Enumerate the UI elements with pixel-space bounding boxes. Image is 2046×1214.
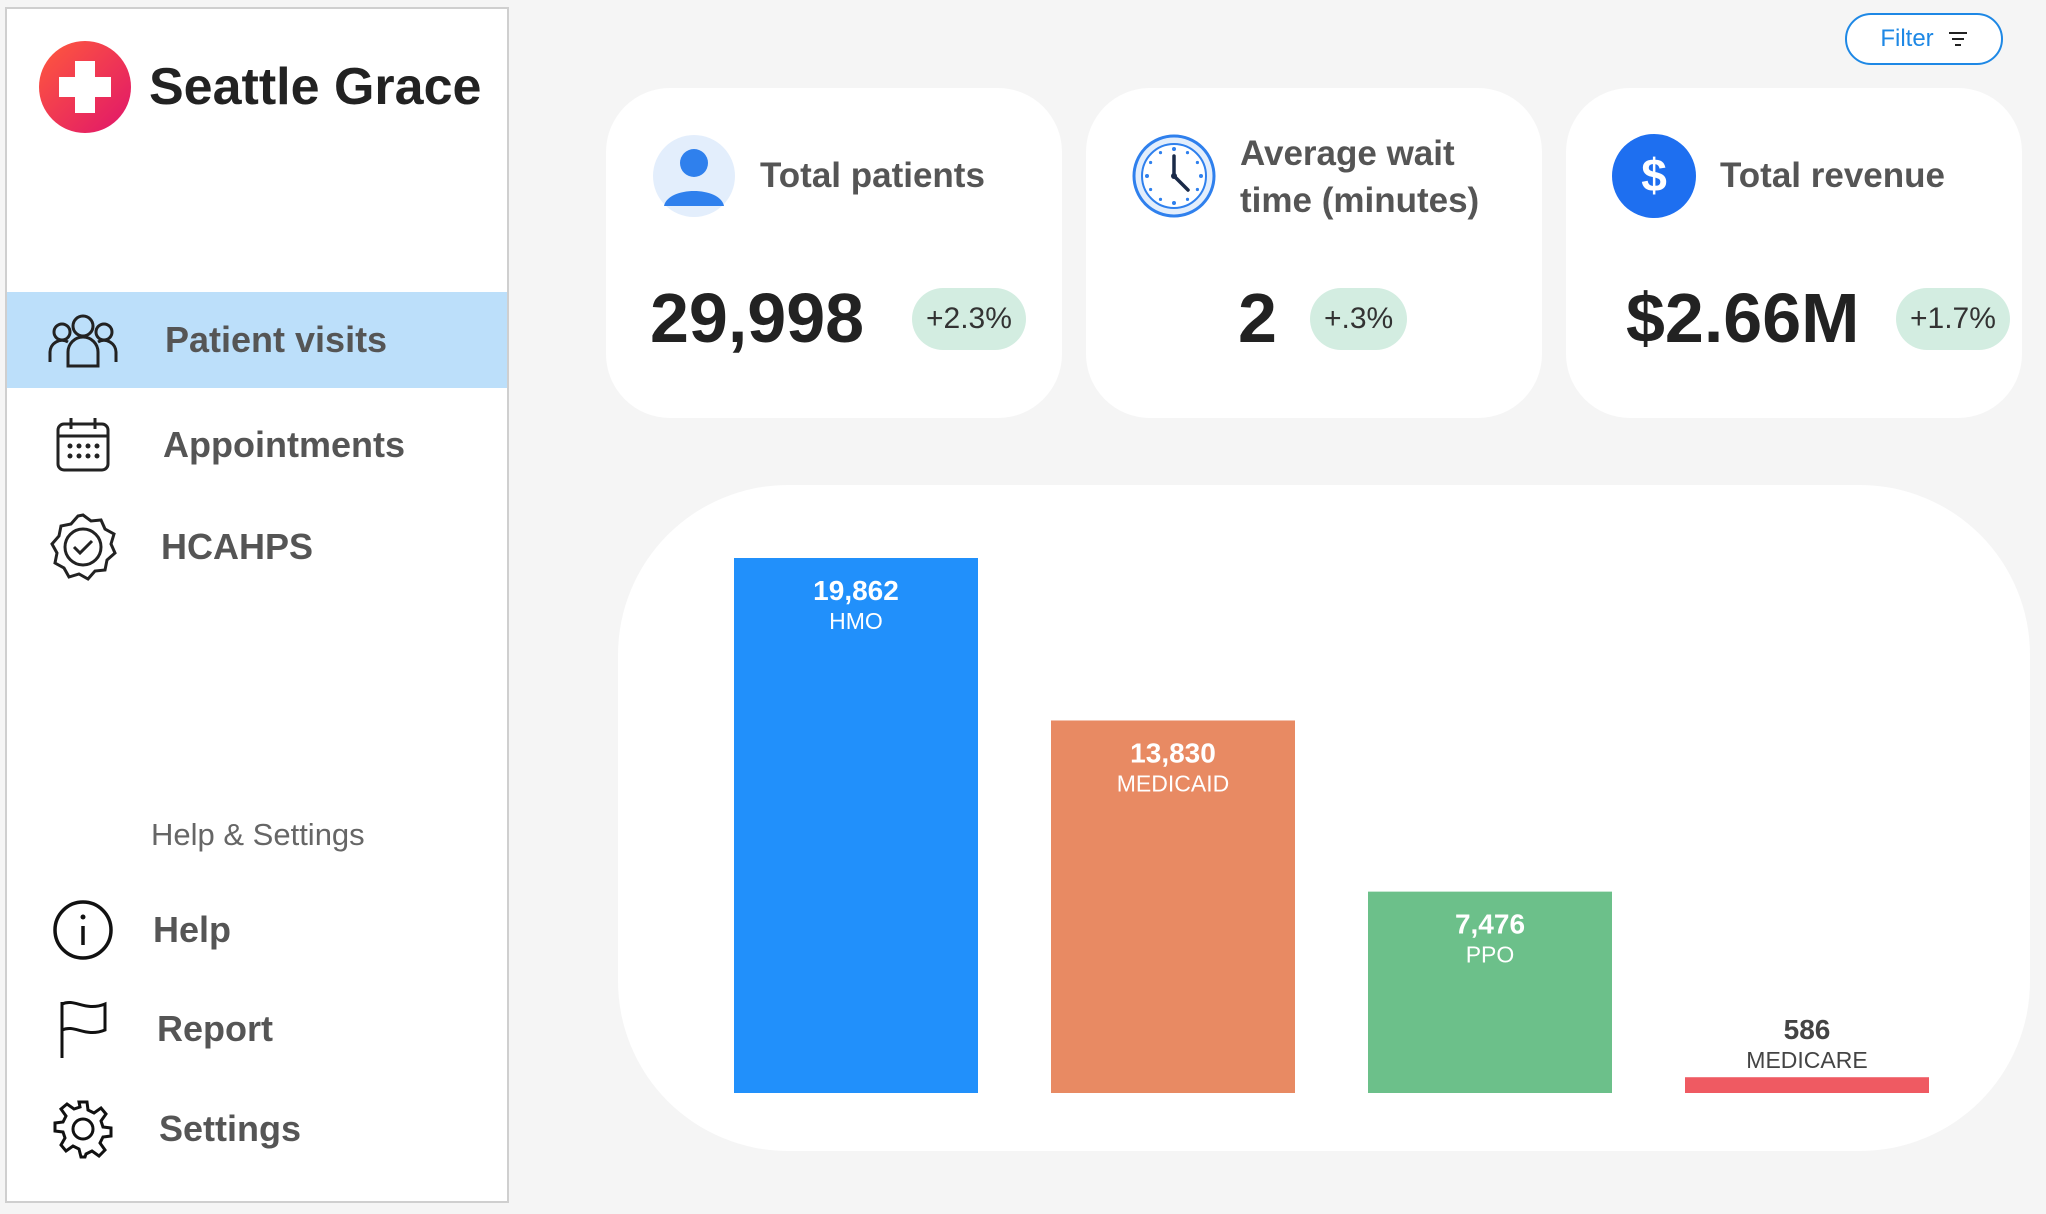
kpi-card-average-wait: Average wait time (minutes) 2 +.3%	[1086, 88, 1542, 418]
nav-item-hcahps[interactable]: HCAHPS	[7, 499, 507, 595]
dollar-icon: $	[1612, 134, 1696, 218]
calendar-icon	[47, 409, 119, 481]
info-icon	[47, 894, 119, 966]
bar-category-label-medicare: MEDICARE	[1746, 1047, 1867, 1073]
kpi-change-badge: +.3%	[1310, 288, 1408, 350]
kpi-value-total-patients: 29,998	[650, 279, 865, 357]
kpi-title-total-revenue: Total revenue	[1720, 156, 1945, 195]
nav-item-help[interactable]: Help	[7, 882, 507, 978]
flag-icon	[47, 993, 119, 1065]
bar-category-label-medicaid: MEDICAID	[1117, 770, 1229, 796]
filter-button[interactable]: Filter	[1845, 13, 2003, 65]
help-settings-section-label: Help & Settings	[151, 817, 365, 852]
nav-item-settings[interactable]: Settings	[7, 1081, 507, 1177]
bar-medicare[interactable]	[1685, 1077, 1929, 1093]
nav-label-settings: Settings	[159, 1108, 302, 1149]
kpi-title-total-patients: Total patients	[760, 156, 985, 195]
kpi-value-average-wait: 2	[1238, 279, 1277, 357]
bar-value-label-ppo: 7,476	[1455, 909, 1525, 940]
nav-item-report[interactable]: Report	[7, 981, 507, 1077]
badge-check-icon	[47, 511, 119, 583]
people-icon	[47, 304, 119, 376]
bar-category-label-hmo: HMO	[829, 608, 883, 634]
bar-hmo[interactable]	[734, 558, 978, 1093]
filter-lines-icon	[1948, 32, 1967, 46]
insurance-bar-chart-card: 19,862 HMO 13,830 MEDICAID 7,476 PPO 586 MEDICA…	[618, 485, 2030, 1151]
bar-value-label-medicare: 586	[1784, 1014, 1831, 1045]
nav-label-appointments: Appointments	[163, 424, 405, 465]
kpi-card-total-revenue: $ Total revenue $2.66M +1.7%	[1566, 88, 2022, 418]
brand-name: Seattle Grace	[149, 58, 482, 116]
kpi-title-average-wait: Average wait time (minutes)	[1240, 130, 1479, 224]
clock-icon	[1132, 134, 1216, 218]
brand-logo[interactable]: Seattle Grace	[39, 41, 481, 133]
medical-cross-logo-icon	[39, 41, 131, 133]
filter-button-label: Filter	[1880, 25, 1934, 52]
kpi-value-total-revenue: $2.66M	[1626, 279, 1860, 357]
nav-label-report: Report	[157, 1008, 273, 1049]
bar-value-label-medicaid: 13,830	[1130, 737, 1216, 768]
gear-icon	[47, 1093, 119, 1165]
nav-label-help: Help	[153, 909, 232, 950]
user-icon	[653, 135, 735, 217]
bar-category-label-ppo: PPO	[1466, 942, 1515, 968]
nav-item-patient-visits[interactable]: Patient visits	[7, 292, 507, 388]
bar-value-label-hmo: 19,862	[813, 575, 899, 606]
sidebar: Seattle Grace Patient visits Appointment…	[5, 7, 509, 1203]
kpi-title-line-1: Average wait	[1240, 134, 1455, 173]
nav-label-patient-visits: Patient visits	[165, 319, 388, 360]
kpi-change-badge: +2.3%	[912, 288, 1026, 350]
insurance-bar-chart: 19,862HMO 13,830MEDICAID 7,476PPO 586MEDICA…	[734, 558, 1929, 1093]
kpi-title-line-2: time (minutes)	[1240, 181, 1480, 220]
kpi-change-badge: +1.7%	[1896, 288, 2010, 350]
kpi-card-total-patients: Total patients 29,998 +2.3%	[606, 88, 1062, 418]
nav-item-appointments[interactable]: Appointments	[7, 397, 507, 493]
svg-text:$: $	[1641, 149, 1667, 201]
nav-label-hcahps: HCAHPS	[161, 526, 314, 567]
